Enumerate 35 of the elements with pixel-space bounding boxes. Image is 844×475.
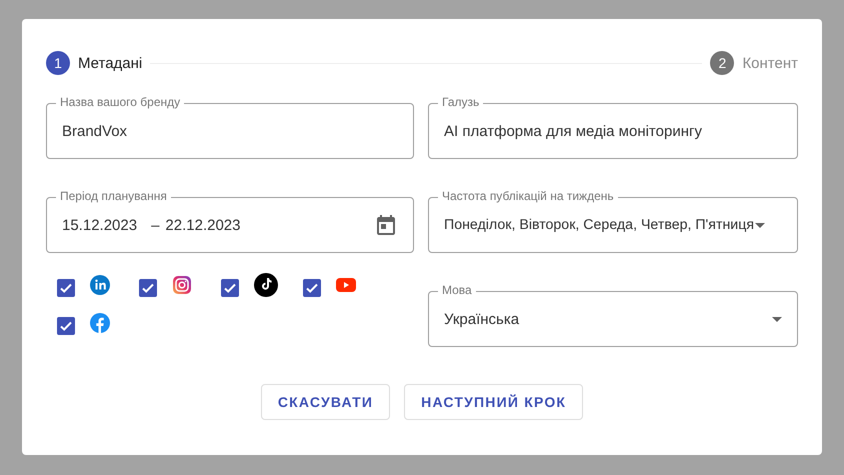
linkedin-icon: [90, 275, 110, 295]
music-note-icon: [254, 273, 278, 297]
date-range-field[interactable]: Період планування 15.12.2023 – 22.12.2023: [46, 189, 414, 253]
facebook-icon: [90, 313, 110, 333]
play-icon: [336, 275, 356, 295]
next-step-button[interactable]: НАСТУПНИЙ КРОК: [404, 384, 584, 420]
start-date: 15.12.2023: [62, 216, 138, 234]
language-select[interactable]: Мова Українська: [428, 283, 798, 347]
field-label: Галузь: [438, 95, 484, 109]
checkbox[interactable]: [303, 279, 321, 297]
field-value: Українська: [444, 310, 520, 328]
caret-icon: [755, 222, 766, 228]
caret-icon: [772, 316, 782, 322]
field-value: BrandVox: [62, 122, 128, 140]
field-label: Мова: [438, 283, 476, 297]
calendar-icon[interactable]: [374, 213, 398, 237]
end-date: 22.12.2023: [165, 216, 240, 234]
industry-field[interactable]: Галузь AI платформа для медіа моніторингу: [428, 95, 798, 159]
field-value: Понеділок, Вівторок, Середа, Четвер, П'ятниця: [444, 217, 754, 233]
step-number: 1: [46, 51, 70, 75]
date-separator: –: [151, 216, 160, 234]
camera-icon: [172, 275, 192, 295]
checkbox[interactable]: [139, 279, 157, 297]
checkbox[interactable]: [221, 279, 239, 297]
cancel-button[interactable]: СКАСУВАТИ: [260, 384, 390, 420]
field-value: AI платформа для медіа моніторингу: [444, 122, 702, 140]
brand-name-field[interactable]: Назва вашого бренду BrandVox: [46, 95, 414, 159]
checkbox[interactable]: [57, 279, 75, 297]
step-label[interactable]: Метадані: [78, 54, 142, 72]
checkbox[interactable]: [57, 317, 75, 335]
frequency-select[interactable]: Частота публікацій на тиждень Понеділок, Вівторок, Середа, Четвер, П'ятниця: [428, 189, 798, 253]
field-label: Період планування: [56, 189, 171, 203]
step-number: 2: [710, 51, 734, 75]
field-label: Частота публікацій на тиждень: [438, 189, 618, 203]
field-label: Назва вашого бренду: [56, 95, 184, 109]
